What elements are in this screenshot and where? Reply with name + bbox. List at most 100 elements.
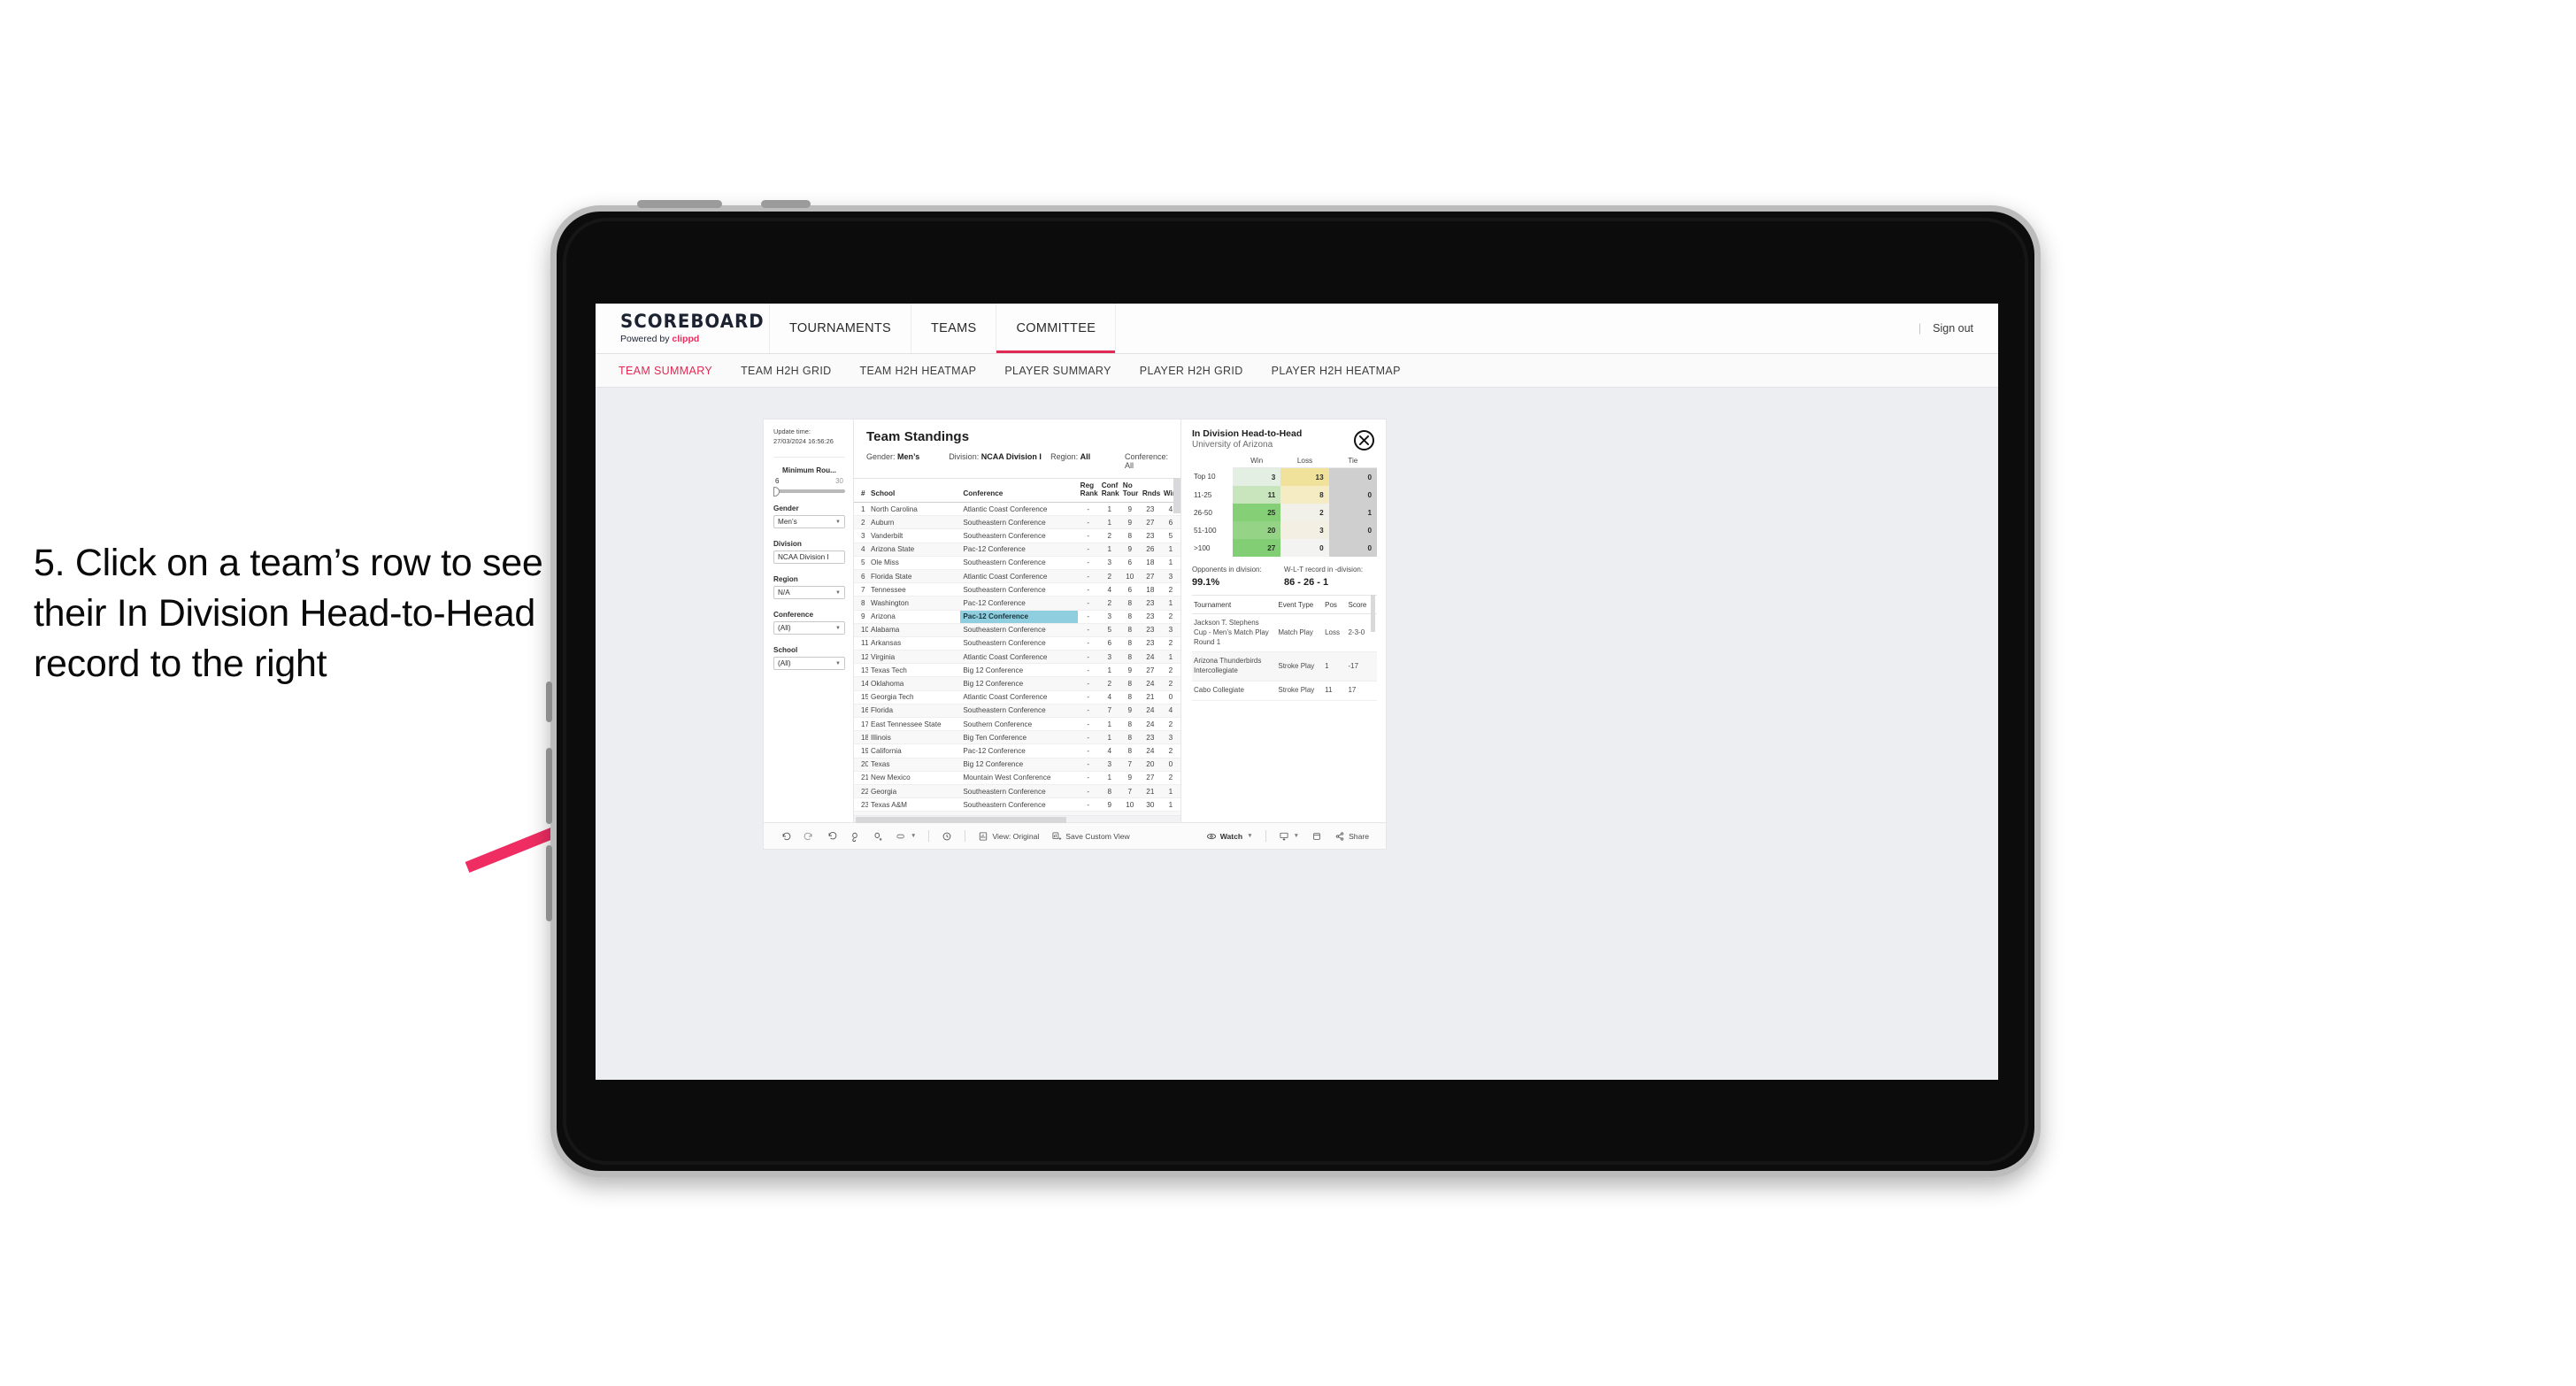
cell-reg-rank: -: [1077, 717, 1099, 732]
table-row[interactable]: 13Texas TechBig 12 Conference-19272: [854, 663, 1180, 678]
subnav-team-summary[interactable]: TEAM SUMMARY: [619, 365, 712, 377]
sign-out-link[interactable]: Sign out: [1933, 322, 1973, 335]
table-row[interactable]: 19CaliforniaPac-12 Conference-48242: [854, 743, 1180, 758]
table-row[interactable]: 23Texas A&MSoutheastern Conference-91030…: [854, 797, 1180, 812]
refresh-data-button[interactable]: [843, 831, 866, 842]
col-no-tour[interactable]: No Tour: [1119, 478, 1140, 503]
view-original-button[interactable]: View: Original: [972, 831, 1045, 842]
cell-wins: 2: [1160, 582, 1180, 597]
h2h-kpis: Opponents in division: 99.1% W-L-T recor…: [1192, 566, 1377, 595]
watch-button[interactable]: Watch ▼: [1200, 831, 1259, 842]
nav-tab-teams[interactable]: TEAMS: [911, 304, 997, 353]
cell-reg-rank: -: [1077, 743, 1099, 758]
brand-logo[interactable]: SCOREBOARD Powered by clippd: [596, 304, 770, 353]
pause-auto-update-button[interactable]: [935, 831, 958, 842]
cell-conf-rank: 4: [1098, 582, 1120, 597]
cell-wins: 2: [1160, 636, 1180, 651]
tournament-row[interactable]: Jackson T. Stephens Cup - Men’s Match Pl…: [1192, 613, 1377, 653]
tournament-list-scrollbar[interactable]: [1371, 595, 1375, 632]
col-school[interactable]: School: [868, 478, 961, 503]
h2h-cell-tie: 0: [1328, 521, 1377, 539]
table-row[interactable]: 8 Washington Pac-12 Conference -2 8 23 1: [854, 596, 1180, 611]
filter-division-select[interactable]: NCAA Division I: [773, 551, 845, 565]
col-reg-rank[interactable]: Reg Rank: [1077, 478, 1099, 503]
h2h-row-label: Top 10: [1192, 467, 1233, 486]
table-row[interactable]: 5 Ole Miss Southeastern Conference -3 6 18 1: [854, 556, 1180, 570]
pause-refresh-button[interactable]: [866, 831, 889, 842]
meta-region: Region: All: [1050, 452, 1125, 470]
undo-button[interactable]: [774, 831, 797, 842]
table-row[interactable]: 20TexasBig 12 Conference-37200: [854, 758, 1180, 772]
filter-school-select[interactable]: (All) ▼: [773, 657, 845, 671]
filter-region-select[interactable]: N/A ▼: [773, 586, 845, 600]
download-icon: [1279, 831, 1289, 842]
device-camera-strip: [761, 200, 811, 208]
table-row[interactable]: 12VirginiaAtlantic Coast Conference-3824…: [854, 650, 1180, 665]
cell-no-tour: 8: [1119, 690, 1140, 705]
tournament-row[interactable]: Cabo Collegiate Stroke Play 11 17: [1192, 681, 1377, 701]
highlight-button[interactable]: ▼: [889, 831, 922, 842]
table-row[interactable]: 4 Arizona State Pac-12 Conference -1 9 26 1: [854, 543, 1180, 557]
filter-gender-select[interactable]: Men’s ▼: [773, 515, 845, 529]
cell-score: 17: [1346, 681, 1377, 701]
table-row[interactable]: 9 Arizona Pac-12 Conference -3 8 23 2: [854, 610, 1180, 624]
col-conference[interactable]: Conference: [960, 478, 1078, 503]
table-row[interactable]: 22GeorgiaSoutheastern Conference-87211: [854, 784, 1180, 799]
table-horizontal-scrollbar[interactable]: [854, 814, 1180, 823]
table-row[interactable]: 21New MexicoMountain West Conference-192…: [854, 771, 1180, 785]
subnav-team-h2h-grid[interactable]: TEAM H2H GRID: [741, 365, 831, 377]
minimum-rounds-slider[interactable]: [773, 486, 845, 497]
table-row[interactable]: 15Georgia TechAtlantic Coast Conference-…: [854, 690, 1180, 705]
nav-tab-tournaments[interactable]: TOURNAMENTS: [770, 304, 912, 353]
table-row[interactable]: 16FloridaSoutheastern Conference-79244: [854, 704, 1180, 719]
table-row[interactable]: 10AlabamaSoutheastern Conference-58233: [854, 623, 1180, 637]
table-row[interactable]: 1 North Carolina Atlantic Coast Conference…: [854, 502, 1180, 517]
filter-gender-label: Gender: [773, 504, 799, 513]
table-row[interactable]: 2 Auburn Southeastern Conference -1 9 27 6: [854, 515, 1180, 530]
filter-conference-select[interactable]: (All) ▼: [773, 621, 845, 635]
team-standings-panel: Team Standings Gender: Men’s Division: N…: [854, 420, 1180, 823]
cell-reg-rank: -: [1077, 502, 1099, 517]
col-rank[interactable]: #: [854, 478, 869, 503]
minimum-rounds-max: 30: [835, 477, 843, 486]
cell-reg-rank: -: [1077, 636, 1099, 651]
cell-conf-rank: 1: [1098, 730, 1120, 745]
fullscreen-icon: [1311, 831, 1322, 842]
nav-tab-committee[interactable]: COMMITTEE: [996, 304, 1117, 353]
cell-conference: Big Ten Conference: [960, 730, 1078, 745]
col-conf-rank[interactable]: Conf Rank: [1098, 478, 1120, 503]
table-row[interactable]: 17East Tennessee StateSouthern Conferenc…: [854, 717, 1180, 732]
download-button[interactable]: ▼: [1273, 831, 1305, 842]
cell-rnds: 24: [1139, 743, 1161, 758]
revert-button[interactable]: [820, 831, 843, 842]
table-horizontal-scroll-thumb[interactable]: [856, 816, 1066, 823]
subnav-team-h2h-heatmap[interactable]: TEAM H2H HEATMAP: [860, 365, 977, 377]
table-row[interactable]: 11 Arkansas Southeastern Conference -6 8 23 2: [854, 636, 1180, 651]
revert-icon: [827, 831, 837, 842]
subnav-player-summary[interactable]: PLAYER SUMMARY: [1004, 365, 1111, 377]
h2h-cell-win: 27: [1233, 539, 1281, 557]
col-rnds[interactable]: Rnds: [1139, 478, 1161, 503]
table-row[interactable]: 14OklahomaBig 12 Conference-28242: [854, 676, 1180, 691]
table-row[interactable]: 7 Tennessee Southeastern Conference -4 6 18 2: [854, 582, 1180, 597]
h2h-cell-loss: 13: [1280, 467, 1329, 486]
tournament-row[interactable]: Arizona Thunderbirds Intercollegiate Stro…: [1192, 651, 1377, 681]
redo-button[interactable]: [797, 831, 820, 842]
save-custom-view-button[interactable]: Save Custom View: [1045, 831, 1135, 842]
cell-rank: 13: [854, 663, 869, 678]
close-icon[interactable]: [1354, 430, 1374, 450]
pause-refresh-icon: [873, 831, 883, 842]
cell-conference: Southeastern Conference: [960, 784, 1078, 799]
meta-division-key: Division:: [949, 452, 981, 461]
table-vertical-scrollbar[interactable]: [1173, 478, 1180, 513]
table-row[interactable]: 6 Florida State Atlantic Coast Conference -…: [854, 569, 1180, 584]
subnav-player-h2h-heatmap[interactable]: PLAYER H2H HEATMAP: [1272, 365, 1401, 377]
fullscreen-button[interactable]: [1305, 831, 1328, 842]
share-button[interactable]: Share: [1328, 831, 1375, 842]
subnav-player-h2h-grid[interactable]: PLAYER H2H GRID: [1140, 365, 1243, 377]
h2h-cell-loss: 2: [1280, 504, 1329, 521]
table-row[interactable]: 18IllinoisBig Ten Conference-18233: [854, 730, 1180, 745]
minimum-rounds-slider-handle[interactable]: [773, 486, 780, 497]
cell-conf-rank: 3: [1098, 758, 1120, 772]
table-row[interactable]: 3 Vanderbilt Southeastern Conference -2 8 23 5: [854, 528, 1180, 543]
